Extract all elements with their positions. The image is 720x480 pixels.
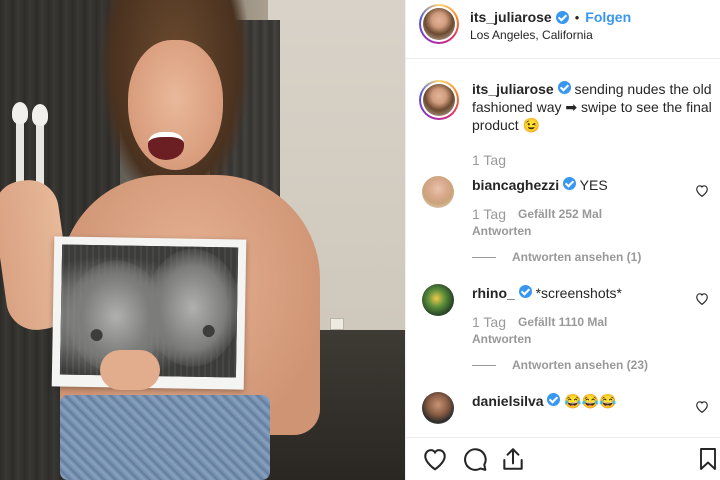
header-separator: • [574, 9, 580, 25]
comment-item: danielsilva 😂😂😂 [422, 392, 717, 424]
post-photo[interactable] [0, 0, 405, 480]
header-username[interactable]: its_juliarose [470, 9, 552, 25]
view-replies-label: Antworten ansehen (1) [512, 250, 642, 264]
caption-username[interactable]: its_juliarose [472, 81, 554, 97]
comment-item: biancaghezzi YES 1 Tag Gefällt 252 Mal A… [422, 176, 717, 264]
comment-heart-icon[interactable] [695, 184, 709, 197]
comment-text: YES [579, 177, 608, 193]
comment-heart-icon[interactable] [695, 400, 709, 413]
photo-outlet [330, 318, 344, 330]
comment-avatar[interactable] [422, 176, 454, 208]
comment-body: biancaghezzi YES [472, 176, 717, 194]
comment-username[interactable]: danielsilva [472, 393, 544, 409]
share-icon[interactable] [500, 446, 526, 472]
comment-meta: 1 Tag Gefällt 1110 Mal [472, 314, 717, 330]
comment-heart-icon[interactable] [695, 292, 709, 305]
view-replies-label: Antworten ansehen (23) [512, 358, 649, 372]
caption: its_juliarose sending nudes the old fash… [419, 80, 714, 134]
comment-username[interactable]: biancaghezzi [472, 177, 559, 193]
comment-age[interactable]: 1 Tag [472, 206, 506, 222]
post-header: its_juliarose • Folgen Los Angeles, Cali… [406, 0, 720, 59]
photo-rod-cap [12, 102, 28, 124]
verified-badge-icon [518, 285, 532, 298]
photo-shorts [60, 395, 270, 480]
comment-reply-button[interactable]: Antworten [472, 224, 717, 238]
bookmark-icon[interactable] [698, 446, 718, 472]
caption-text-block: its_juliarose sending nudes the old fash… [472, 80, 714, 134]
photo-rod-cap [32, 104, 48, 126]
heart-icon[interactable] [422, 446, 448, 472]
comment-age[interactable]: 1 Tag [472, 314, 506, 330]
photo-mouth [148, 132, 184, 160]
comment-body: rhino_ *screenshots* [472, 284, 717, 302]
verified-badge-icon [563, 177, 577, 190]
comment-username[interactable]: rhino_ [472, 285, 515, 301]
comment-text: *screenshots* [535, 285, 622, 301]
comment-text: 😂😂😂 [564, 393, 617, 409]
caption-age[interactable]: 1 Tag [472, 152, 506, 168]
header-user-row: its_juliarose • Folgen [470, 9, 631, 25]
comment-meta: 1 Tag Gefällt 252 Mal [472, 206, 717, 222]
comment-likes[interactable]: Gefällt 252 Mal [518, 207, 602, 221]
view-replies-button[interactable]: Antworten ansehen (1) [472, 250, 717, 264]
comment-body: danielsilva 😂😂😂 [472, 392, 717, 410]
verified-badge-icon [547, 393, 561, 406]
comments-list[interactable]: its_juliarose sending nudes the old fash… [406, 60, 720, 437]
post-side-panel: its_juliarose • Folgen Los Angeles, Cali… [405, 0, 720, 480]
comment-item: rhino_ *screenshots* 1 Tag Gefällt 1110 … [422, 284, 717, 372]
comment-likes[interactable]: Gefällt 1110 Mal [518, 315, 607, 329]
comment-icon[interactable] [462, 446, 488, 472]
header-avatar[interactable] [419, 4, 459, 44]
view-replies-line [472, 364, 496, 366]
comment-avatar[interactable] [422, 392, 454, 424]
post-action-bar [406, 437, 720, 480]
xray-shape [144, 247, 239, 368]
comment-avatar[interactable] [422, 284, 454, 316]
location-link[interactable]: Los Angeles, California [470, 28, 593, 42]
view-replies-button[interactable]: Antworten ansehen (23) [472, 358, 717, 372]
caption-avatar[interactable] [419, 80, 459, 120]
verified-badge-icon [557, 81, 571, 94]
follow-button[interactable]: Folgen [585, 9, 631, 25]
comment-reply-button[interactable]: Antworten [472, 332, 717, 346]
photo-hand [100, 350, 160, 390]
verified-badge-icon [555, 10, 569, 24]
view-replies-line [472, 256, 496, 258]
